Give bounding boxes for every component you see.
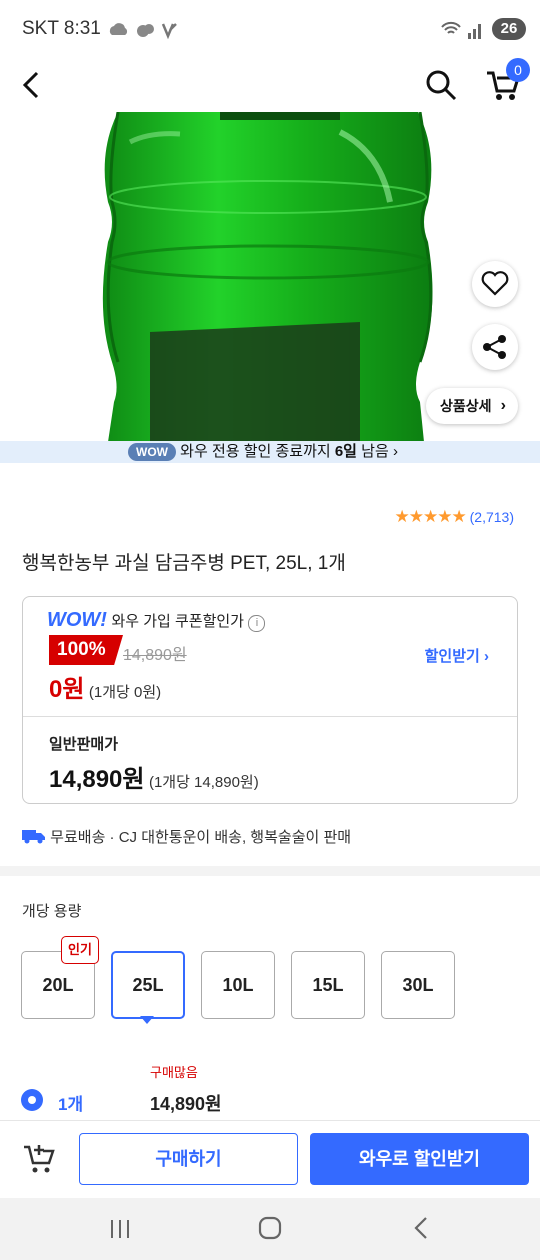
search-icon[interactable] <box>424 68 458 102</box>
wow-discount-button[interactable]: 와우로 할인받기 <box>310 1133 529 1185</box>
top-navigation <box>0 60 540 112</box>
banner-days: 6일 <box>334 443 357 460</box>
sale-price-row: 0원 (1개당 0원) <box>49 669 161 704</box>
info-icon[interactable]: i <box>248 615 266 632</box>
wow-discount-banner[interactable]: WOW 와우 전용 할인 종료까지 6일 남음 › <box>0 441 540 463</box>
back-icon[interactable] <box>20 70 42 100</box>
chevron-right-icon: › <box>484 648 489 665</box>
normal-price-row: 14,890원 (1개당 14,890원) <box>49 759 259 794</box>
chevron-right-icon: › <box>392 443 398 460</box>
rating-summary[interactable]: ★★★★★ (2,713) <box>395 507 514 527</box>
quantity-label[interactable]: 1개 <box>58 1090 83 1115</box>
quantity-price: 14,890원 <box>150 1094 222 1114</box>
share-button[interactable] <box>472 324 518 370</box>
carrier-label: SKT <box>22 18 59 39</box>
wow-pill-badge: WOW <box>128 443 176 462</box>
recent-apps-icon[interactable] <box>108 1218 132 1240</box>
price-divider <box>23 716 517 717</box>
sale-price: 0원 <box>49 676 85 703</box>
product-detail-button[interactable]: 상품상세 › <box>426 388 518 424</box>
option-25l[interactable]: 25L <box>111 951 185 1019</box>
banner-text-suffix: 남음 <box>357 443 389 460</box>
system-navigation-bar <box>0 1198 540 1260</box>
clock: 8:31 <box>63 18 101 39</box>
status-bar: SKT 8:31 26 <box>0 0 540 60</box>
add-to-cart-icon[interactable] <box>22 1141 60 1177</box>
truck-icon <box>22 830 45 844</box>
back-nav-icon[interactable] <box>412 1216 430 1240</box>
sale-unit-price: (1개당 0원) <box>88 684 162 701</box>
wow-logo: WOW! <box>47 609 107 631</box>
buy-button[interactable]: 구매하기 <box>79 1133 298 1185</box>
popular-badge: 인기 <box>61 936 99 964</box>
wishlist-button[interactable] <box>472 261 518 307</box>
heart-icon <box>481 271 509 296</box>
normal-unit-price: (1개당 14,890원) <box>148 774 259 791</box>
wow-coupon-label: 와우 가입 쿠폰할인가 <box>111 613 244 630</box>
shipping-info: 무료배송 · CJ 대한통운이 배송, 행복술술이 판매 <box>22 826 351 847</box>
product-title: 행복한농부 과실 담금주병 PET, 25L, 1개 <box>22 553 346 574</box>
chevron-right-icon: › <box>500 397 506 414</box>
product-detail-label: 상품상세 <box>440 398 492 414</box>
normal-price: 14,890원 <box>49 766 145 793</box>
option-15l[interactable]: 15L <box>291 951 365 1019</box>
signal-wifi-icons <box>441 21 481 39</box>
review-count: (2,713) <box>469 509 514 525</box>
cart-count-badge: 0 <box>506 58 530 82</box>
option-10l[interactable]: 10L <box>201 951 275 1019</box>
option-section-title: 개당 용량 <box>22 903 82 920</box>
discount-percent-tag: 100% <box>49 635 123 665</box>
price-box: WOW! 와우 가입 쿠폰할인가 i 100% 14,890원 0원 (1개당 … <box>22 596 518 804</box>
star-rating-icon: ★★★★★ <box>394 507 467 526</box>
get-discount-link[interactable]: 할인받기 › <box>425 645 489 666</box>
quantity-radio[interactable] <box>21 1089 43 1111</box>
section-gap <box>0 866 540 876</box>
selected-option-caret <box>140 1016 154 1024</box>
bottom-action-bar: 구매하기 와우로 할인받기 <box>0 1120 540 1199</box>
notification-icons <box>109 23 177 40</box>
home-icon[interactable] <box>258 1216 282 1240</box>
status-carrier-time: SKT 8:31 <box>22 18 101 40</box>
banner-text-prefix: 와우 전용 할인 종료까지 <box>180 443 335 460</box>
original-price: 14,890원 <box>123 647 187 664</box>
option-30l[interactable]: 30L <box>381 951 455 1019</box>
shipping-text: 무료배송 · CJ 대한통운이 배송, 행복술술이 판매 <box>50 829 352 846</box>
get-discount-label: 할인받기 <box>424 648 480 665</box>
best-seller-note: 구매많음 <box>150 1065 198 1080</box>
battery-indicator: 26 <box>492 18 526 40</box>
share-icon <box>483 335 506 359</box>
wow-coupon-row: WOW! 와우 가입 쿠폰할인가 i <box>47 609 266 632</box>
normal-price-label: 일반판매가 <box>49 736 119 753</box>
